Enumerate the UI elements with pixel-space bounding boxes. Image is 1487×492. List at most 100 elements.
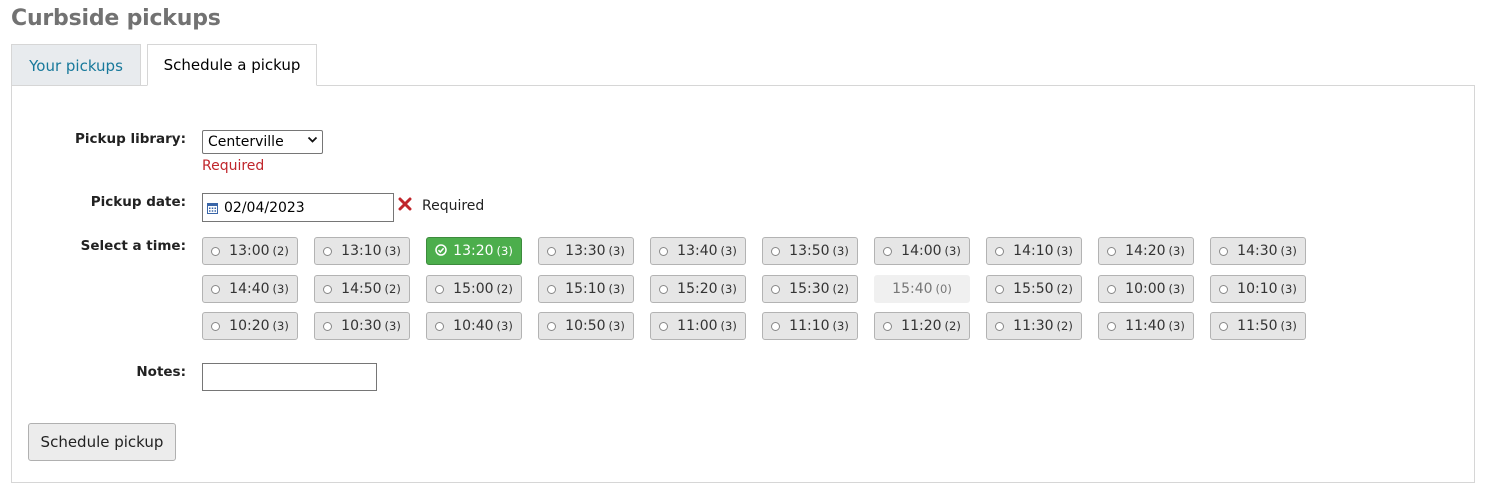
- time-slot-button[interactable]: 10:50 (3): [538, 312, 634, 340]
- time-slot-button[interactable]: 11:30 (2): [986, 312, 1082, 340]
- chevron-down-icon: [307, 134, 318, 148]
- time-slot-button[interactable]: 15:50 (2): [986, 275, 1082, 303]
- time-slot-time: 11:20: [901, 318, 942, 334]
- time-slot-time: 15:40: [892, 281, 933, 297]
- time-slot-count: (3): [496, 319, 513, 333]
- radio-icon: [883, 246, 893, 256]
- radio-icon: [659, 284, 669, 294]
- time-slot-time: 13:20: [453, 243, 494, 259]
- time-slot-button[interactable]: 15:10 (3): [538, 275, 634, 303]
- radio-icon: [547, 321, 557, 331]
- radio-icon: [211, 321, 221, 331]
- radio-icon: [323, 246, 333, 256]
- radio-icon: [211, 246, 221, 256]
- time-slot-button[interactable]: 11:20 (2): [874, 312, 970, 340]
- time-slot-button[interactable]: 15:20 (3): [650, 275, 746, 303]
- tab-schedule-a-pickup[interactable]: Schedule a pickup: [147, 44, 317, 86]
- pickup-date-input[interactable]: 02/04/2023: [202, 193, 394, 222]
- time-slot-button[interactable]: 15:00 (2): [426, 275, 522, 303]
- time-slot-button[interactable]: 11:40 (3): [1098, 312, 1194, 340]
- time-slot-time: 10:20: [229, 318, 270, 334]
- time-slot-button[interactable]: 11:10 (3): [762, 312, 858, 340]
- time-slot-count: (3): [720, 244, 737, 258]
- time-slot-button[interactable]: 14:30 (3): [1210, 237, 1306, 265]
- time-slot-count: (3): [1168, 282, 1185, 296]
- time-slot-button[interactable]: 11:50 (3): [1210, 312, 1306, 340]
- time-slot-time: 14:50: [341, 281, 382, 297]
- time-slot-button[interactable]: 13:50 (3): [762, 237, 858, 265]
- pickup-library-label: Pickup library:: [74, 131, 186, 147]
- time-slot-button[interactable]: 10:20 (3): [202, 312, 298, 340]
- radio-icon: [211, 284, 221, 294]
- time-slot-button[interactable]: 13:10 (3): [314, 237, 410, 265]
- time-slot-count: (3): [608, 319, 625, 333]
- check-circle-icon: [435, 244, 447, 258]
- time-slot-time: 15:30: [789, 281, 830, 297]
- time-slot-time: 15:00: [453, 281, 494, 297]
- time-slot-button[interactable]: 13:20 (3): [426, 237, 522, 265]
- radio-icon: [547, 284, 557, 294]
- time-slot-button[interactable]: 10:10 (3): [1210, 275, 1306, 303]
- radio-icon: [435, 321, 445, 331]
- time-slot-button[interactable]: 13:00 (2): [202, 237, 298, 265]
- calendar-icon[interactable]: [207, 202, 218, 214]
- library-required-message: Required: [202, 158, 265, 174]
- time-slot-button[interactable]: 14:20 (3): [1098, 237, 1194, 265]
- radio-icon: [1219, 321, 1229, 331]
- time-slot-count: (3): [720, 282, 737, 296]
- time-slot-count: (3): [832, 244, 849, 258]
- radio-icon: [771, 284, 781, 294]
- pickup-date-label: Pickup date:: [90, 194, 186, 210]
- time-slot-button[interactable]: 10:00 (3): [1098, 275, 1194, 303]
- time-slot-time: 13:30: [565, 243, 606, 259]
- radio-icon: [323, 321, 333, 331]
- time-slot-time: 14:20: [1125, 243, 1166, 259]
- tab-your-pickups[interactable]: Your pickups: [11, 44, 141, 86]
- time-slot-count: (3): [1168, 244, 1185, 258]
- time-slot-time: 11:40: [1125, 318, 1166, 334]
- time-slot-count: (2): [496, 282, 513, 296]
- time-slot-time: 14:00: [901, 243, 942, 259]
- time-slot-count: (3): [384, 319, 401, 333]
- time-slot-count: (2): [1056, 319, 1073, 333]
- radio-icon: [435, 284, 445, 294]
- radio-icon: [659, 246, 669, 256]
- time-slot-time: 13:00: [229, 243, 270, 259]
- time-slot-button[interactable]: 10:30 (3): [314, 312, 410, 340]
- time-slot-count: (3): [944, 244, 961, 258]
- time-slot-button[interactable]: 11:00 (3): [650, 312, 746, 340]
- radio-icon: [995, 321, 1005, 331]
- time-slot-count: (3): [1168, 319, 1185, 333]
- time-slot-count: (3): [720, 319, 737, 333]
- time-slot-time: 11:00: [677, 318, 718, 334]
- clear-icon[interactable]: [398, 196, 412, 216]
- notes-label: Notes:: [136, 364, 186, 380]
- schedule-pickup-button[interactable]: Schedule pickup: [28, 423, 176, 461]
- radio-icon: [323, 284, 333, 294]
- time-slot-count: (3): [608, 244, 625, 258]
- time-slot-count: (3): [832, 319, 849, 333]
- time-slot-time: 11:30: [1013, 318, 1054, 334]
- time-slot-time: 14:10: [1013, 243, 1054, 259]
- time-slot-button[interactable]: 14:10 (3): [986, 237, 1082, 265]
- time-slot-count: (2): [832, 282, 849, 296]
- notes-input[interactable]: [202, 363, 377, 391]
- radio-icon: [771, 246, 781, 256]
- time-slot-count: (3): [272, 282, 289, 296]
- time-slot-button[interactable]: 14:00 (3): [874, 237, 970, 265]
- date-required-message: Required: [422, 198, 485, 214]
- time-slot-button[interactable]: 14:50 (2): [314, 275, 410, 303]
- time-slot-time: 11:50: [1237, 318, 1278, 334]
- time-slot-button[interactable]: 13:30 (3): [538, 237, 634, 265]
- time-slot-button[interactable]: 14:40 (3): [202, 275, 298, 303]
- time-slot-time: 10:10: [1237, 281, 1278, 297]
- time-slot-button[interactable]: 13:40 (3): [650, 237, 746, 265]
- time-slot-count: (0): [935, 282, 952, 296]
- select-time-label: Select a time:: [80, 238, 186, 254]
- radio-icon: [1107, 246, 1117, 256]
- time-slot-time: 13:50: [789, 243, 830, 259]
- time-slot-button[interactable]: 10:40 (3): [426, 312, 522, 340]
- pickup-library-select[interactable]: Centerville: [202, 130, 323, 154]
- time-slot-count: (3): [1280, 244, 1297, 258]
- time-slot-button[interactable]: 15:30 (2): [762, 275, 858, 303]
